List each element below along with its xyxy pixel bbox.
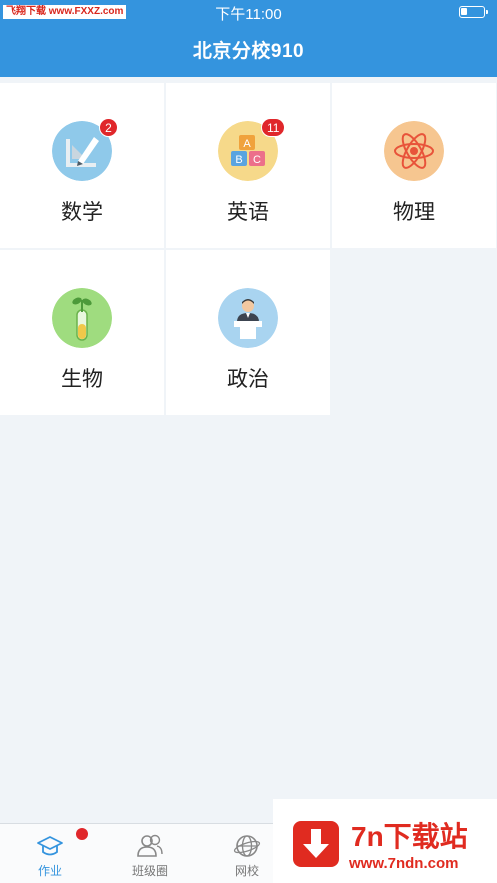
svg-text:A: A (243, 138, 251, 150)
speaker-podium-icon (218, 288, 278, 348)
download-arrow-icon (293, 821, 339, 867)
app-header: 飞翔下载 www.FXXZ.com 下午11:00 北京分校910 (0, 0, 497, 77)
unread-badge: 11 (261, 118, 286, 137)
subject-label: 数学 (61, 201, 103, 224)
status-time: 下午11:00 (215, 6, 282, 23)
unread-badge: 2 (99, 118, 118, 137)
subject-tile-biology[interactable]: 生物 (0, 250, 164, 415)
status-bar: 飞翔下载 www.FXXZ.com 下午11:00 (0, 0, 497, 24)
subject-tile-politics[interactable]: 政治 (166, 250, 330, 415)
graduation-cap-icon (37, 836, 63, 856)
globe-icon (233, 835, 261, 857)
subject-tile-physics[interactable]: 物理 (332, 83, 496, 248)
watermark-url: www.7ndn.com (349, 855, 459, 872)
svg-text:C: C (253, 154, 261, 166)
subject-label: 政治 (227, 368, 269, 391)
subject-tile-math[interactable]: 2 数学 (0, 83, 164, 248)
people-icon (137, 834, 163, 857)
subject-label: 物理 (393, 201, 435, 224)
subject-label: 生物 (61, 368, 103, 391)
tab-class-circle[interactable]: 班级圈 (100, 824, 200, 883)
tab-label: 班级圈 (131, 864, 168, 878)
subject-label: 英语 (227, 201, 269, 224)
watermark-title: 7n下载站 (351, 821, 468, 852)
tab-label: 作业 (37, 864, 62, 878)
svg-text:B: B (235, 154, 242, 166)
subject-tile-english[interactable]: A B C 11 英语 (166, 83, 330, 248)
page-title: 北京分校910 (192, 41, 305, 62)
battery-icon (459, 6, 488, 18)
test-tube-plant-icon (52, 288, 112, 348)
watermark-overlay: 7n下载站 www.7ndn.com (273, 799, 497, 883)
notification-dot (76, 828, 88, 840)
atom-icon (384, 121, 444, 181)
tab-homework[interactable]: 作业 (0, 824, 100, 883)
